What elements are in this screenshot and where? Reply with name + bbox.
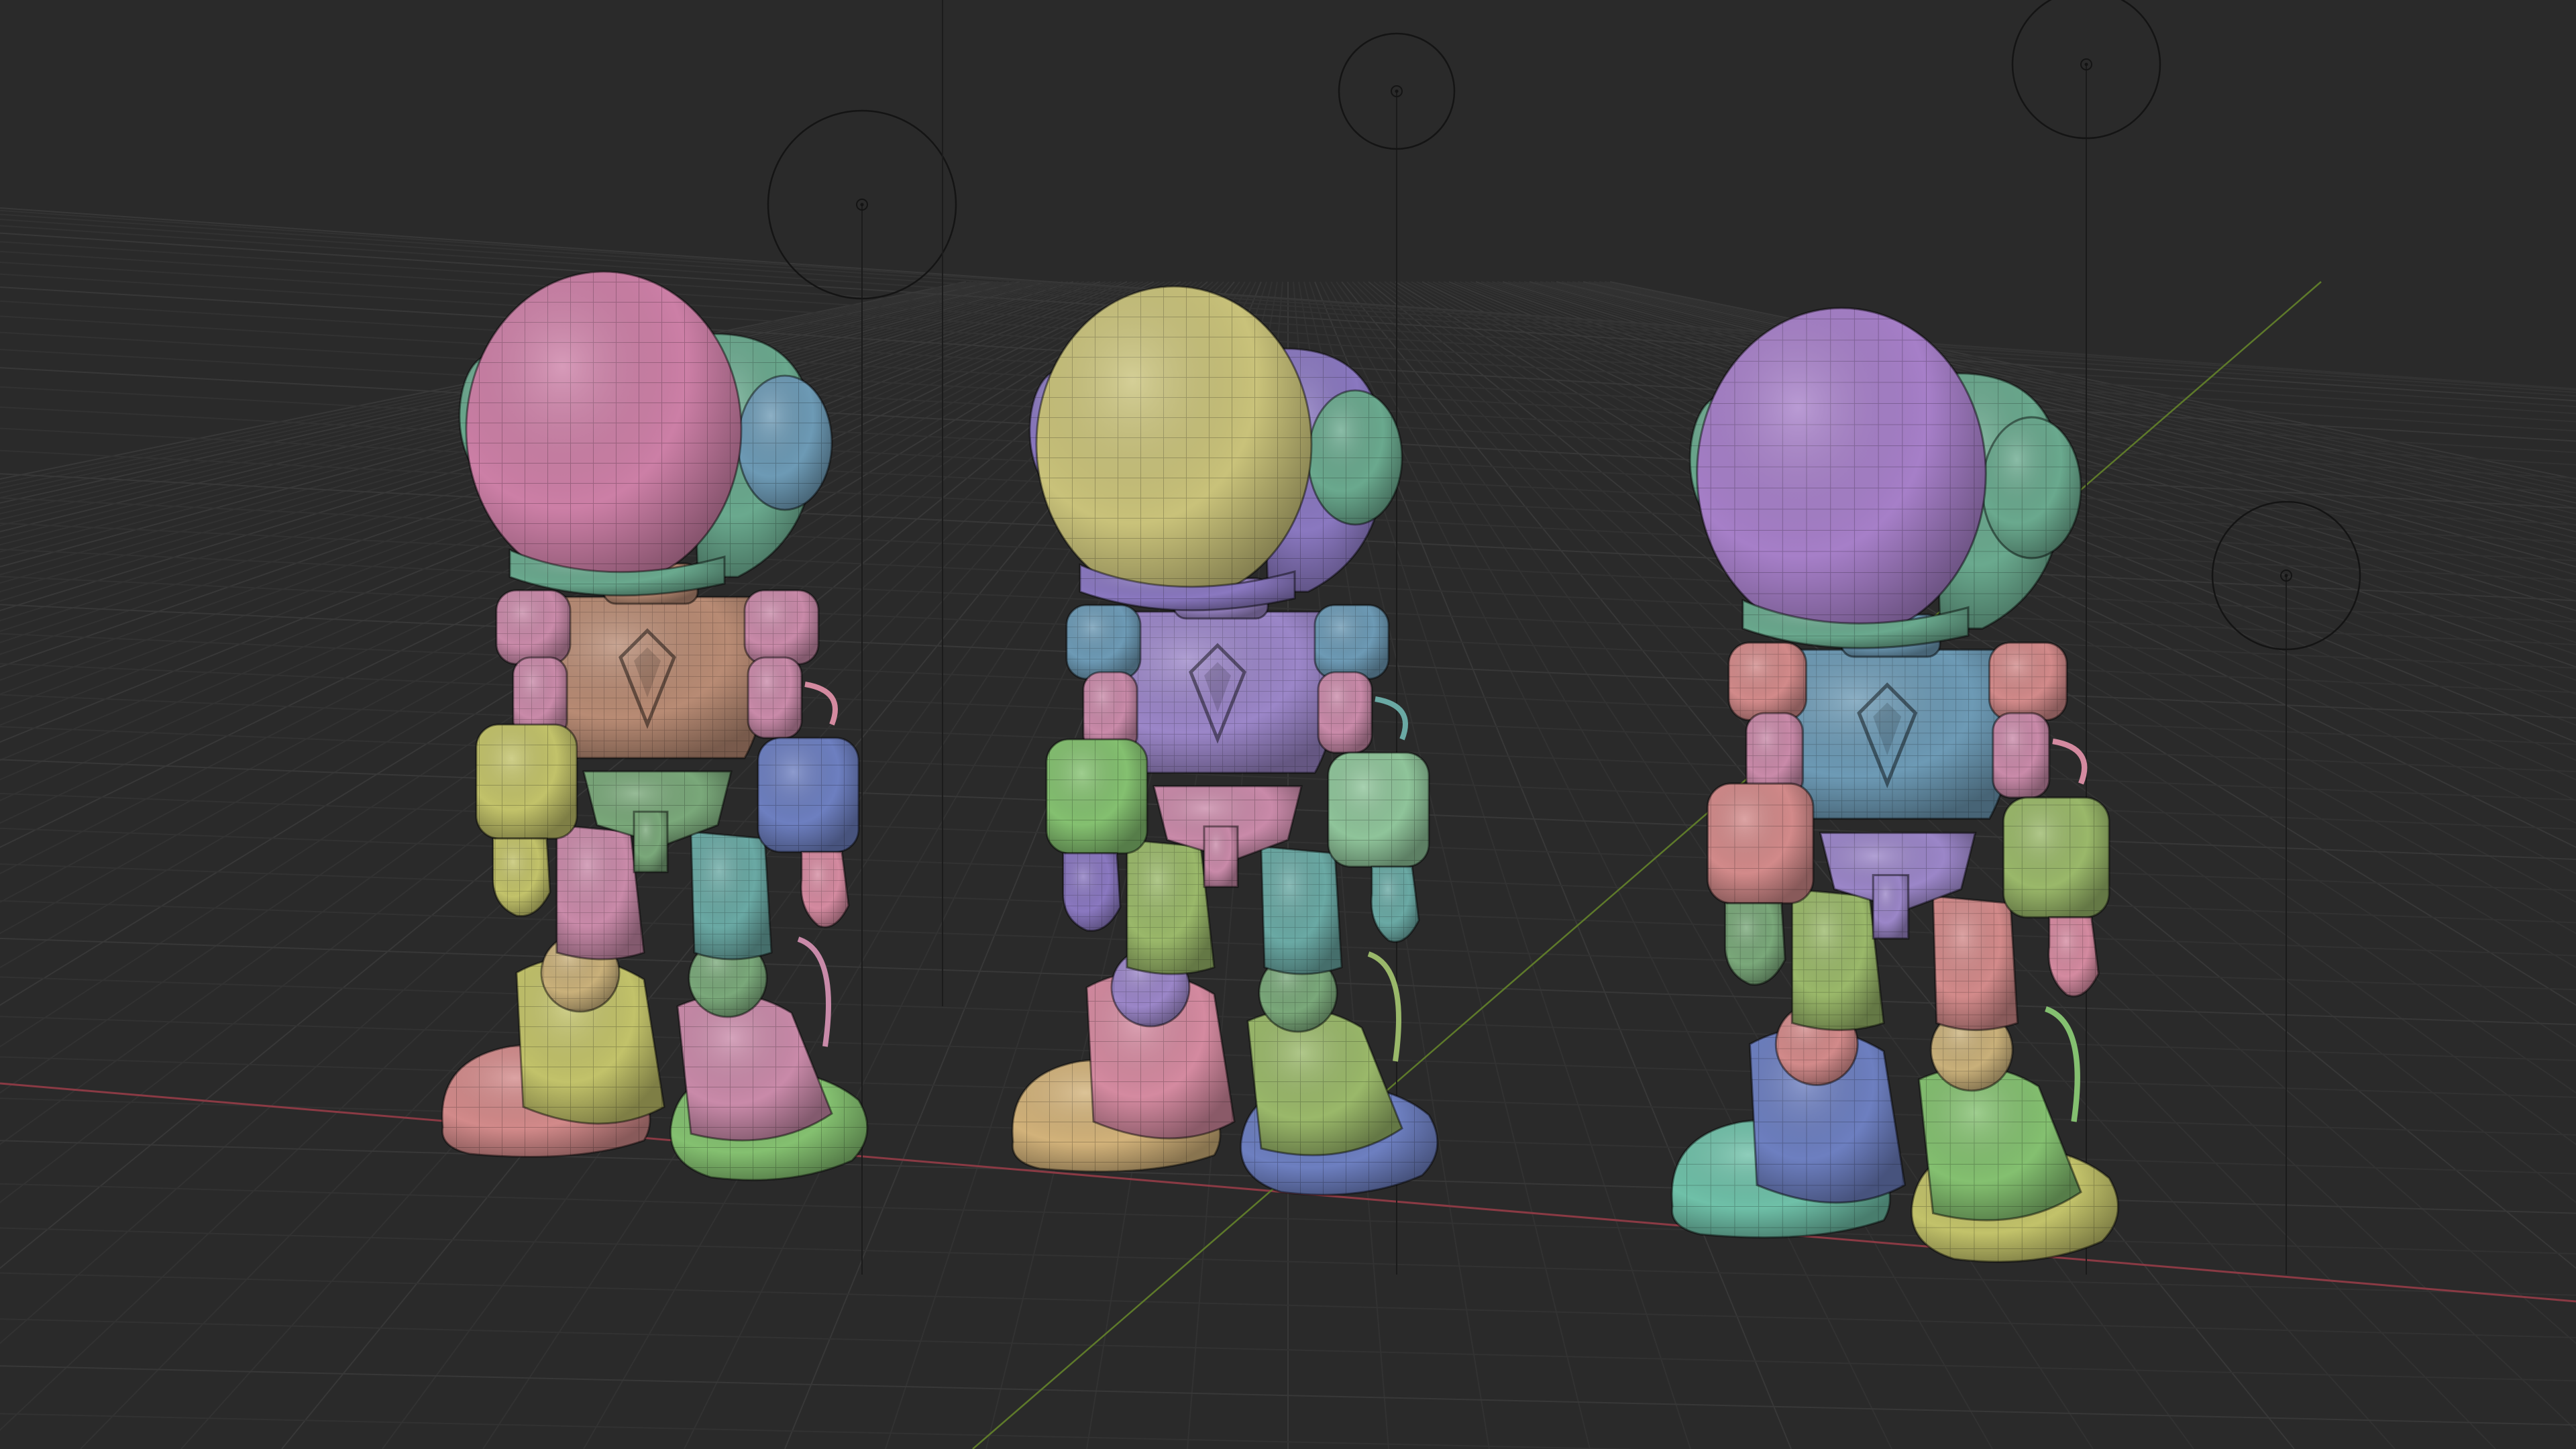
right-upper-arm-shading (1318, 672, 1372, 753)
right-thigh-shading (691, 832, 771, 959)
left-shoulder-pad-shading (496, 590, 570, 664)
right-thigh-shading (1933, 896, 2018, 1030)
helmet-dome-shading (1036, 286, 1311, 602)
3d-viewport[interactable] (0, 0, 2576, 1449)
right-forearm-shading (1328, 753, 1429, 867)
left-shoulder-pad-shading (1067, 605, 1140, 679)
pelvis-strap-shading (634, 812, 667, 872)
left-thigh-shading (1792, 889, 1884, 1030)
right-shoulder-pad-shading (745, 590, 818, 664)
left-thigh-shading (1127, 840, 1214, 974)
right-ear-disc-shading (1982, 417, 2081, 558)
left-forearm-shading (1046, 739, 1147, 853)
right-thigh-shading (1261, 847, 1342, 974)
left-forearm-shading (476, 724, 577, 839)
right-upper-arm-shading (748, 657, 802, 738)
right-shoulder-pad-shading (1989, 642, 2067, 720)
pelvis-strap-shading (1204, 826, 1238, 887)
right-ear-disc-shading (738, 376, 832, 510)
left-forearm-shading (1707, 784, 1813, 904)
right-upper-arm-shading (1992, 713, 2049, 798)
right-shoulder-pad-shading (1315, 605, 1389, 679)
left-hand-shading (493, 839, 550, 916)
right-ear-disc-shading (1308, 390, 1402, 525)
helmet-dome-shading (466, 272, 741, 587)
left-hand-shading (1063, 853, 1120, 931)
right-forearm-shading (758, 738, 859, 852)
left-shoulder-pad-shading (1729, 642, 1807, 720)
right-forearm-shading (2003, 798, 2109, 918)
left-thigh-shading (557, 825, 644, 959)
left-hand-shading (1725, 903, 1785, 985)
pelvis-strap-shading (1873, 875, 1909, 938)
helmet-dome-shading (1697, 308, 1986, 639)
